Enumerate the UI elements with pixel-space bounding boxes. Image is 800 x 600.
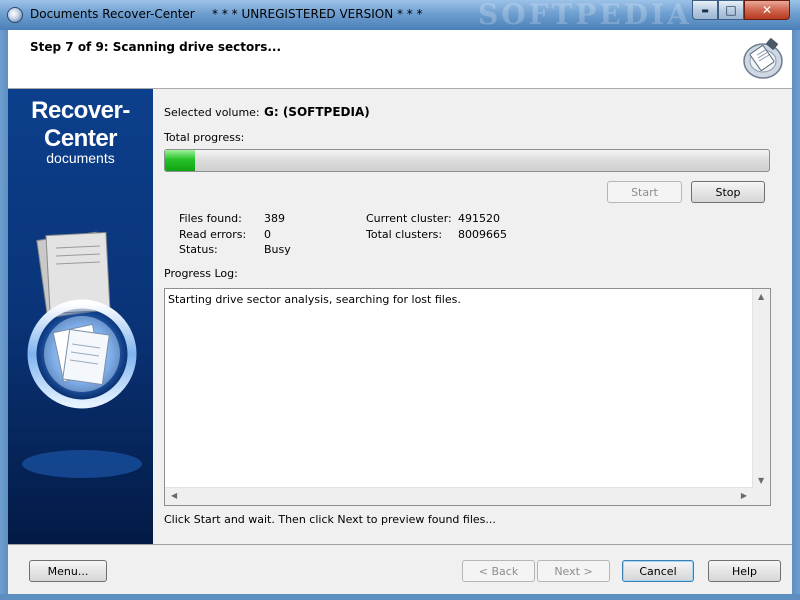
step-title: Step 7 of 9: Scanning drive sectors... [30, 40, 282, 54]
watermark-text: SOFTPEDIA [478, 0, 692, 31]
scroll-corner [753, 488, 770, 505]
files-found-value: 389 [264, 212, 285, 225]
status-label: Status: [179, 243, 218, 256]
files-found-label: Files found: [179, 212, 242, 225]
scroll-right-icon[interactable]: ▶ [741, 491, 747, 500]
scroll-up-icon[interactable]: ▲ [758, 292, 764, 301]
total-clusters-label: Total clusters: [366, 228, 443, 241]
cancel-button[interactable]: Cancel [622, 560, 694, 582]
title-bar[interactable]: Documents Recover-Center * * * UNREGISTE… [0, 0, 800, 31]
back-button[interactable]: < Back [462, 560, 535, 582]
total-clusters-value: 8009665 [458, 228, 507, 241]
selected-volume-value: G: (SOFTPEDIA) [264, 105, 370, 119]
next-button[interactable]: Next > [537, 560, 610, 582]
documents-ring-icon [22, 231, 142, 478]
total-progress-bar [164, 149, 770, 172]
start-button[interactable]: Start [607, 181, 682, 203]
log-entry: Starting drive sector analysis, searchin… [168, 293, 461, 306]
minimize-button[interactable]: ▬ [692, 0, 718, 20]
window-frame-bottom [0, 594, 800, 600]
log-horizontal-scrollbar[interactable]: ◀ ▶ [165, 487, 753, 505]
sidebar-banner: Recover-Center documents [8, 89, 153, 544]
menu-button[interactable]: Menu... [29, 560, 107, 582]
instruction-text: Click Start and wait. Then click Next to… [164, 513, 496, 526]
read-errors-label: Read errors: [179, 228, 247, 241]
app-icon[interactable] [7, 7, 23, 23]
total-progress-label: Total progress: [164, 131, 245, 144]
maximize-button[interactable]: □ [718, 0, 744, 20]
read-errors-value: 0 [264, 228, 271, 241]
stop-button[interactable]: Stop [691, 181, 765, 203]
current-cluster-value: 491520 [458, 212, 500, 225]
help-button[interactable]: Help [708, 560, 781, 582]
close-icon: ✕ [761, 3, 773, 17]
window-title: Documents Recover-Center [30, 7, 195, 21]
brand-subtitle: documents [46, 150, 115, 166]
current-cluster-label: Current cluster: [366, 212, 452, 225]
progress-log-label: Progress Log: [164, 267, 238, 280]
scroll-down-icon[interactable]: ▼ [758, 476, 764, 485]
total-progress-fill [165, 150, 196, 171]
wizard-header: Step 7 of 9: Scanning drive sectors... [8, 30, 792, 89]
minimize-icon: ▬ [701, 5, 709, 15]
status-value: Busy [264, 243, 291, 256]
brand-name: Recover-Center [31, 97, 130, 152]
progress-log[interactable]: Starting drive sector analysis, searchin… [164, 288, 771, 506]
maximize-icon: □ [725, 3, 737, 17]
main-panel: Selected volume: G: (SOFTPEDIA) Total pr… [153, 89, 792, 544]
scan-disk-icon [743, 38, 783, 79]
window-frame-left [0, 30, 8, 600]
log-vertical-scrollbar[interactable]: ▲ ▼ [752, 289, 770, 488]
selected-volume-label: Selected volume: [164, 106, 260, 119]
scroll-left-icon[interactable]: ◀ [171, 491, 177, 500]
close-button[interactable]: ✕ [744, 0, 790, 20]
brand-logo: Recover-Center documents [8, 97, 153, 166]
unregistered-notice: * * * UNREGISTERED VERSION * * * [212, 7, 423, 21]
window-frame-right [792, 30, 800, 600]
wizard-footer: Menu... < Back Next > Cancel Help [8, 544, 792, 595]
